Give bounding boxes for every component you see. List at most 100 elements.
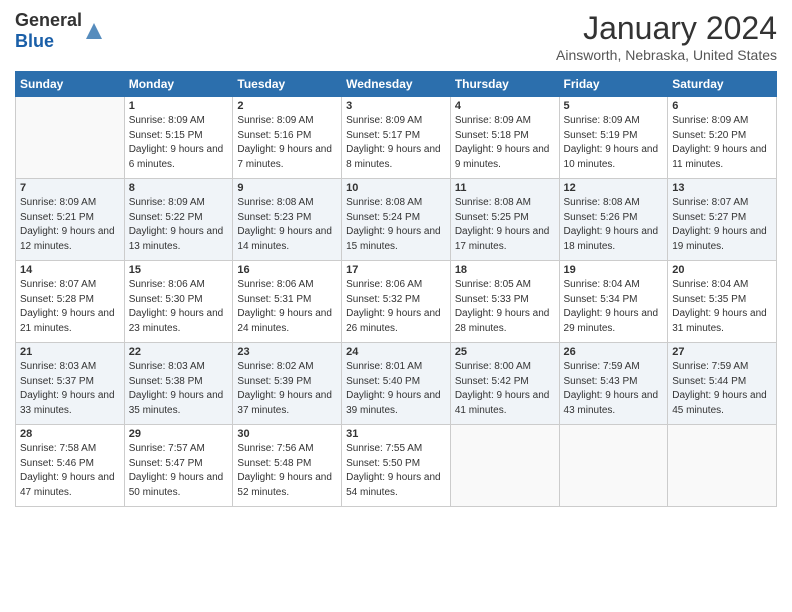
day-number: 12	[564, 182, 664, 194]
day-info: Sunrise: 8:08 AM Sunset: 5:24 PM Dayligh…	[346, 196, 446, 254]
daylight: Daylight: 9 hours and 7 minutes.	[237, 144, 332, 170]
day-info: Sunrise: 8:09 AM Sunset: 5:17 PM Dayligh…	[346, 114, 446, 172]
day-info: Sunrise: 8:09 AM Sunset: 5:19 PM Dayligh…	[564, 114, 664, 172]
sunrise: Sunrise: 8:08 AM	[564, 197, 640, 208]
daylight: Daylight: 9 hours and 19 minutes.	[672, 226, 767, 252]
day-number: 1	[129, 100, 229, 112]
title-block: January 2024 Ainsworth, Nebraska, United…	[556, 10, 777, 63]
sunrise: Sunrise: 8:05 AM	[455, 279, 531, 290]
day-number: 7	[20, 182, 120, 194]
calendar-cell: 10 Sunrise: 8:08 AM Sunset: 5:24 PM Dayl…	[342, 179, 451, 261]
calendar-table: Sunday Monday Tuesday Wednesday Thursday…	[15, 71, 777, 507]
sunrise: Sunrise: 8:06 AM	[346, 279, 422, 290]
day-number: 2	[237, 100, 337, 112]
sunset: Sunset: 5:50 PM	[346, 458, 420, 469]
daylight: Daylight: 9 hours and 50 minutes.	[129, 472, 224, 498]
day-number: 28	[20, 428, 120, 440]
sunset: Sunset: 5:23 PM	[237, 212, 311, 223]
sunset: Sunset: 5:47 PM	[129, 458, 203, 469]
calendar-cell: 16 Sunrise: 8:06 AM Sunset: 5:31 PM Dayl…	[233, 261, 342, 343]
sunrise: Sunrise: 7:59 AM	[672, 361, 748, 372]
day-info: Sunrise: 8:09 AM Sunset: 5:16 PM Dayligh…	[237, 114, 337, 172]
sunset: Sunset: 5:32 PM	[346, 294, 420, 305]
subtitle: Ainsworth, Nebraska, United States	[556, 47, 777, 63]
daylight: Daylight: 9 hours and 31 minutes.	[672, 308, 767, 334]
sunrise: Sunrise: 8:09 AM	[455, 115, 531, 126]
calendar-cell: 22 Sunrise: 8:03 AM Sunset: 5:38 PM Dayl…	[124, 343, 233, 425]
day-info: Sunrise: 7:59 AM Sunset: 5:44 PM Dayligh…	[672, 360, 772, 418]
daylight: Daylight: 9 hours and 33 minutes.	[20, 390, 115, 416]
daylight: Daylight: 9 hours and 23 minutes.	[129, 308, 224, 334]
sunrise: Sunrise: 7:59 AM	[564, 361, 640, 372]
daylight: Daylight: 9 hours and 6 minutes.	[129, 144, 224, 170]
calendar-cell: 5 Sunrise: 8:09 AM Sunset: 5:19 PM Dayli…	[559, 97, 668, 179]
calendar-cell: 31 Sunrise: 7:55 AM Sunset: 5:50 PM Dayl…	[342, 425, 451, 507]
calendar-week-2: 14 Sunrise: 8:07 AM Sunset: 5:28 PM Dayl…	[16, 261, 777, 343]
logo-text: General Blue	[15, 10, 82, 52]
sunrise: Sunrise: 8:07 AM	[20, 279, 96, 290]
day-number: 21	[20, 346, 120, 358]
sunset: Sunset: 5:15 PM	[129, 130, 203, 141]
day-info: Sunrise: 8:04 AM Sunset: 5:35 PM Dayligh…	[672, 278, 772, 336]
calendar-cell: 29 Sunrise: 7:57 AM Sunset: 5:47 PM Dayl…	[124, 425, 233, 507]
sunrise: Sunrise: 8:08 AM	[237, 197, 313, 208]
sunrise: Sunrise: 8:04 AM	[672, 279, 748, 290]
day-info: Sunrise: 8:09 AM Sunset: 5:21 PM Dayligh…	[20, 196, 120, 254]
daylight: Daylight: 9 hours and 28 minutes.	[455, 308, 550, 334]
day-info: Sunrise: 7:55 AM Sunset: 5:50 PM Dayligh…	[346, 442, 446, 500]
sunset: Sunset: 5:44 PM	[672, 376, 746, 387]
daylight: Daylight: 9 hours and 9 minutes.	[455, 144, 550, 170]
sunset: Sunset: 5:16 PM	[237, 130, 311, 141]
day-info: Sunrise: 8:06 AM Sunset: 5:32 PM Dayligh…	[346, 278, 446, 336]
day-number: 19	[564, 264, 664, 276]
daylight: Daylight: 9 hours and 41 minutes.	[455, 390, 550, 416]
day-number: 10	[346, 182, 446, 194]
sunrise: Sunrise: 8:03 AM	[20, 361, 96, 372]
header-row: Sunday Monday Tuesday Wednesday Thursday…	[16, 72, 777, 97]
calendar-week-4: 28 Sunrise: 7:58 AM Sunset: 5:46 PM Dayl…	[16, 425, 777, 507]
day-info: Sunrise: 8:05 AM Sunset: 5:33 PM Dayligh…	[455, 278, 555, 336]
sunset: Sunset: 5:17 PM	[346, 130, 420, 141]
day-number: 18	[455, 264, 555, 276]
day-info: Sunrise: 7:57 AM Sunset: 5:47 PM Dayligh…	[129, 442, 229, 500]
sunset: Sunset: 5:42 PM	[455, 376, 529, 387]
sunset: Sunset: 5:26 PM	[564, 212, 638, 223]
header: General Blue January 2024 Ainsworth, Neb…	[15, 10, 777, 63]
daylight: Daylight: 9 hours and 54 minutes.	[346, 472, 441, 498]
day-info: Sunrise: 8:01 AM Sunset: 5:40 PM Dayligh…	[346, 360, 446, 418]
sunset: Sunset: 5:27 PM	[672, 212, 746, 223]
day-number: 22	[129, 346, 229, 358]
calendar-cell: 8 Sunrise: 8:09 AM Sunset: 5:22 PM Dayli…	[124, 179, 233, 261]
logo-icon	[84, 21, 104, 41]
daylight: Daylight: 9 hours and 21 minutes.	[20, 308, 115, 334]
day-info: Sunrise: 8:07 AM Sunset: 5:28 PM Dayligh…	[20, 278, 120, 336]
day-number: 20	[672, 264, 772, 276]
daylight: Daylight: 9 hours and 10 minutes.	[564, 144, 659, 170]
daylight: Daylight: 9 hours and 47 minutes.	[20, 472, 115, 498]
sunset: Sunset: 5:39 PM	[237, 376, 311, 387]
sunrise: Sunrise: 7:55 AM	[346, 443, 422, 454]
col-monday: Monday	[124, 72, 233, 97]
col-wednesday: Wednesday	[342, 72, 451, 97]
sunrise: Sunrise: 8:02 AM	[237, 361, 313, 372]
day-info: Sunrise: 8:09 AM Sunset: 5:20 PM Dayligh…	[672, 114, 772, 172]
day-info: Sunrise: 8:06 AM Sunset: 5:31 PM Dayligh…	[237, 278, 337, 336]
day-info: Sunrise: 8:04 AM Sunset: 5:34 PM Dayligh…	[564, 278, 664, 336]
daylight: Daylight: 9 hours and 13 minutes.	[129, 226, 224, 252]
sunrise: Sunrise: 8:06 AM	[237, 279, 313, 290]
sunset: Sunset: 5:21 PM	[20, 212, 94, 223]
day-number: 24	[346, 346, 446, 358]
day-info: Sunrise: 8:06 AM Sunset: 5:30 PM Dayligh…	[129, 278, 229, 336]
daylight: Daylight: 9 hours and 14 minutes.	[237, 226, 332, 252]
sunrise: Sunrise: 8:01 AM	[346, 361, 422, 372]
calendar-container: General Blue January 2024 Ainsworth, Neb…	[0, 0, 792, 612]
sunset: Sunset: 5:43 PM	[564, 376, 638, 387]
calendar-cell: 11 Sunrise: 8:08 AM Sunset: 5:25 PM Dayl…	[450, 179, 559, 261]
daylight: Daylight: 9 hours and 52 minutes.	[237, 472, 332, 498]
day-number: 31	[346, 428, 446, 440]
day-number: 17	[346, 264, 446, 276]
calendar-cell: 28 Sunrise: 7:58 AM Sunset: 5:46 PM Dayl…	[16, 425, 125, 507]
calendar-week-0: 1 Sunrise: 8:09 AM Sunset: 5:15 PM Dayli…	[16, 97, 777, 179]
day-number: 11	[455, 182, 555, 194]
sunset: Sunset: 5:25 PM	[455, 212, 529, 223]
